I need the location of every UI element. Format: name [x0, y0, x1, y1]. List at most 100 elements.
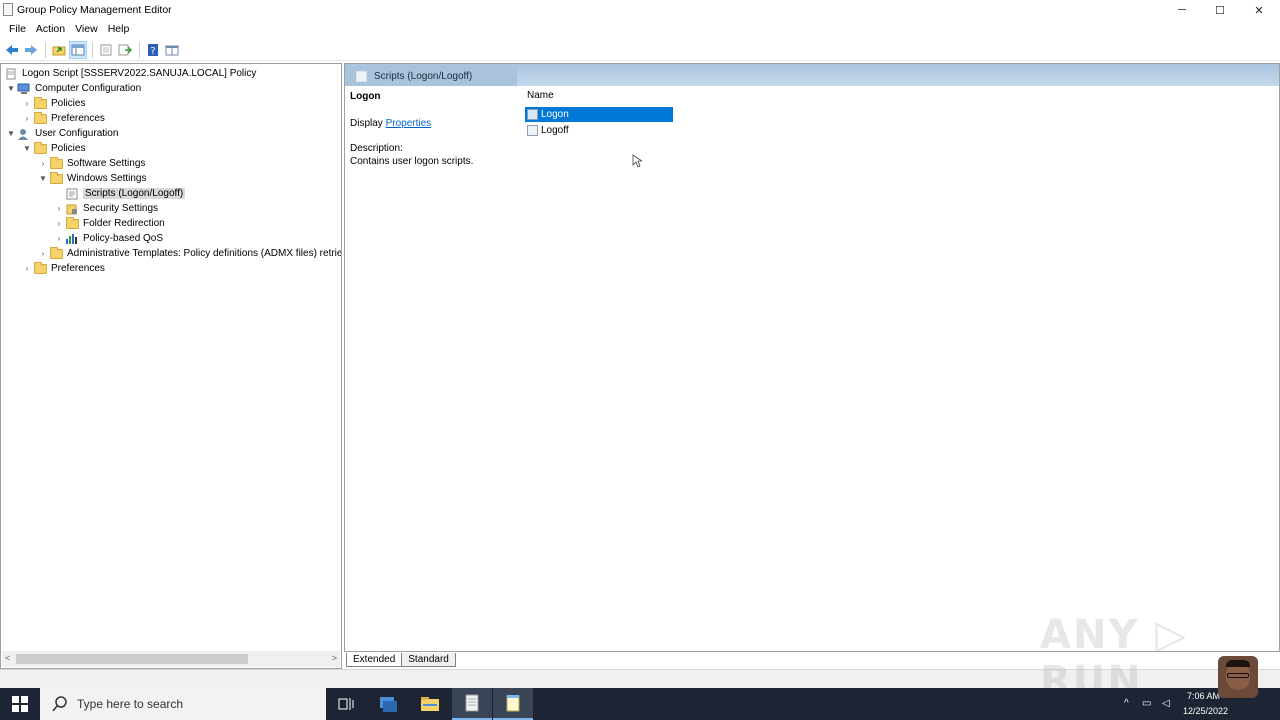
- network-icon[interactable]: ▭: [1142, 698, 1151, 709]
- console-view-icon[interactable]: [163, 41, 181, 59]
- file-explorer-icon[interactable]: [410, 688, 450, 720]
- toolbar-separator: [45, 41, 46, 58]
- description-text: Contains user logon scripts.: [350, 156, 474, 167]
- tree-item-label: Administrative Templates: Policy definit…: [67, 248, 342, 259]
- menu-action[interactable]: Action: [31, 23, 70, 35]
- description-label: Description:: [350, 143, 403, 154]
- chevron-down-icon[interactable]: ▼: [5, 84, 17, 93]
- folder-icon: [49, 246, 63, 260]
- list-item-logoff[interactable]: Logoff: [525, 123, 673, 138]
- title-bar: Group Policy Management Editor ─ ☐ ✕: [0, 0, 1280, 20]
- display-properties-row: Display Properties: [350, 118, 431, 129]
- toolbar-separator: [139, 41, 140, 58]
- clock-date[interactable]: 12/25/2022: [1183, 706, 1228, 716]
- tree-item-computer-policies[interactable]: › Policies: [21, 96, 85, 111]
- list-item-label: Logoff: [541, 125, 569, 136]
- export-list-icon[interactable]: [116, 41, 134, 59]
- chevron-down-icon[interactable]: ▼: [21, 144, 33, 153]
- chart-icon: [65, 233, 79, 245]
- tree-item-administrative-templates[interactable]: › Administrative Templates: Policy defin…: [37, 246, 342, 261]
- tree-item-user-policies[interactable]: ▼ Policies: [21, 141, 85, 156]
- volume-icon[interactable]: ◁: [1162, 698, 1170, 709]
- tree-item-user-configuration[interactable]: ▼ User Configuration: [5, 126, 118, 141]
- windows-start-icon[interactable]: [0, 688, 40, 720]
- maximize-button[interactable]: ☐: [1201, 0, 1239, 20]
- tree-item-security-settings[interactable]: › Security Settings: [53, 201, 158, 216]
- toolbar: ?: [0, 39, 1280, 61]
- scrollbar-thumb[interactable]: [16, 654, 248, 664]
- forward-arrow-icon[interactable]: [22, 41, 40, 59]
- tree-item-scripts[interactable]: Scripts (Logon/Logoff): [53, 186, 186, 201]
- tree-item-label: Policy-based QoS: [83, 233, 164, 244]
- group-policy-app-icon[interactable]: [452, 688, 492, 720]
- tab-extended[interactable]: Extended: [346, 653, 403, 667]
- display-label: Display: [350, 118, 386, 129]
- tree-item-software-settings[interactable]: › Software Settings: [37, 156, 145, 171]
- presenter-avatar: [1218, 656, 1258, 698]
- show-hide-tree-icon[interactable]: [69, 40, 87, 59]
- scripts-icon: [356, 70, 367, 82]
- folder-icon: [65, 216, 79, 230]
- tree-item-user-preferences[interactable]: › Preferences: [21, 261, 105, 276]
- menu-help[interactable]: Help: [103, 23, 135, 35]
- chevron-right-icon[interactable]: ›: [53, 234, 65, 243]
- scripts-icon: [65, 188, 79, 200]
- menu-view[interactable]: View: [70, 23, 103, 35]
- properties-link[interactable]: Properties: [386, 118, 432, 129]
- tree-item-label: Logon Script [SSSERV2022.SANUJA.LOCAL] P…: [22, 68, 257, 79]
- tree-item-computer-configuration[interactable]: ▼ Computer Configuration: [5, 81, 141, 96]
- tree-item-label: Windows Settings: [67, 173, 147, 184]
- list-item-label: Logon: [541, 109, 569, 120]
- list-item-logon[interactable]: Logon: [525, 107, 673, 122]
- folder-icon: [49, 156, 63, 170]
- back-arrow-icon[interactable]: [3, 41, 21, 59]
- tree-item-folder-redirection[interactable]: › Folder Redirection: [53, 216, 165, 231]
- mouse-cursor-icon: [632, 154, 642, 168]
- chevron-down-icon[interactable]: ▼: [5, 129, 17, 138]
- taskbar-search-input[interactable]: Type here to search: [40, 688, 326, 720]
- tree-item-label: Security Settings: [83, 203, 159, 214]
- chevron-up-icon[interactable]: ^: [1124, 698, 1129, 709]
- chevron-down-icon[interactable]: ▼: [37, 174, 49, 183]
- column-header-name[interactable]: Name: [527, 90, 554, 101]
- tree-item-label: Computer Configuration: [35, 83, 142, 94]
- properties-icon[interactable]: [97, 41, 115, 59]
- help-icon[interactable]: ?: [144, 41, 162, 59]
- details-header-label: Scripts (Logon/Logoff): [374, 70, 473, 82]
- folder-icon: [33, 96, 47, 110]
- close-button[interactable]: ✕: [1240, 0, 1278, 20]
- task-view-icon[interactable]: [326, 688, 366, 720]
- user-icon: [17, 128, 31, 140]
- chevron-right-icon[interactable]: ›: [21, 264, 33, 273]
- tab-standard[interactable]: Standard: [401, 653, 456, 667]
- scroll-left-icon[interactable]: <: [5, 653, 10, 663]
- chevron-right-icon[interactable]: ›: [21, 99, 33, 108]
- tree-item-policy-based-qos[interactable]: › Policy-based QoS: [53, 231, 163, 246]
- tree-item-label: Folder Redirection: [83, 218, 165, 229]
- tree-item-policy-root[interactable]: Logon Script [SSSERV2022.SANUJA.LOCAL] P…: [4, 66, 256, 81]
- horizontal-scrollbar[interactable]: < >: [2, 651, 340, 667]
- minimize-button[interactable]: ─: [1163, 0, 1201, 20]
- tree-item-computer-preferences[interactable]: › Preferences: [21, 111, 105, 126]
- chevron-right-icon[interactable]: ›: [37, 249, 49, 258]
- tree-item-windows-settings[interactable]: ▼ Windows Settings: [37, 171, 146, 186]
- app-icon: [3, 3, 13, 16]
- extended-title: Logon: [350, 91, 381, 102]
- folder-icon: [33, 141, 47, 155]
- chevron-right-icon[interactable]: ›: [21, 114, 33, 123]
- menu-file[interactable]: File: [4, 23, 31, 35]
- tree-pane: Logon Script [SSSERV2022.SANUJA.LOCAL] P…: [0, 63, 342, 669]
- details-pane: Scripts (Logon/Logoff) Logon Display Pro…: [344, 63, 1280, 652]
- chevron-right-icon[interactable]: ›: [37, 159, 49, 168]
- search-icon: [52, 696, 67, 712]
- server-manager-icon[interactable]: [368, 688, 408, 720]
- script-icon: [527, 125, 538, 136]
- up-folder-icon[interactable]: [50, 41, 68, 59]
- notepad-icon[interactable]: [493, 688, 533, 720]
- scroll-right-icon[interactable]: >: [332, 653, 337, 663]
- search-placeholder: Type here to search: [77, 697, 184, 711]
- svg-text:?: ?: [150, 46, 155, 56]
- chevron-right-icon[interactable]: ›: [53, 219, 65, 228]
- clock-time[interactable]: 7:06 AM: [1187, 691, 1220, 701]
- chevron-right-icon[interactable]: ›: [53, 204, 65, 213]
